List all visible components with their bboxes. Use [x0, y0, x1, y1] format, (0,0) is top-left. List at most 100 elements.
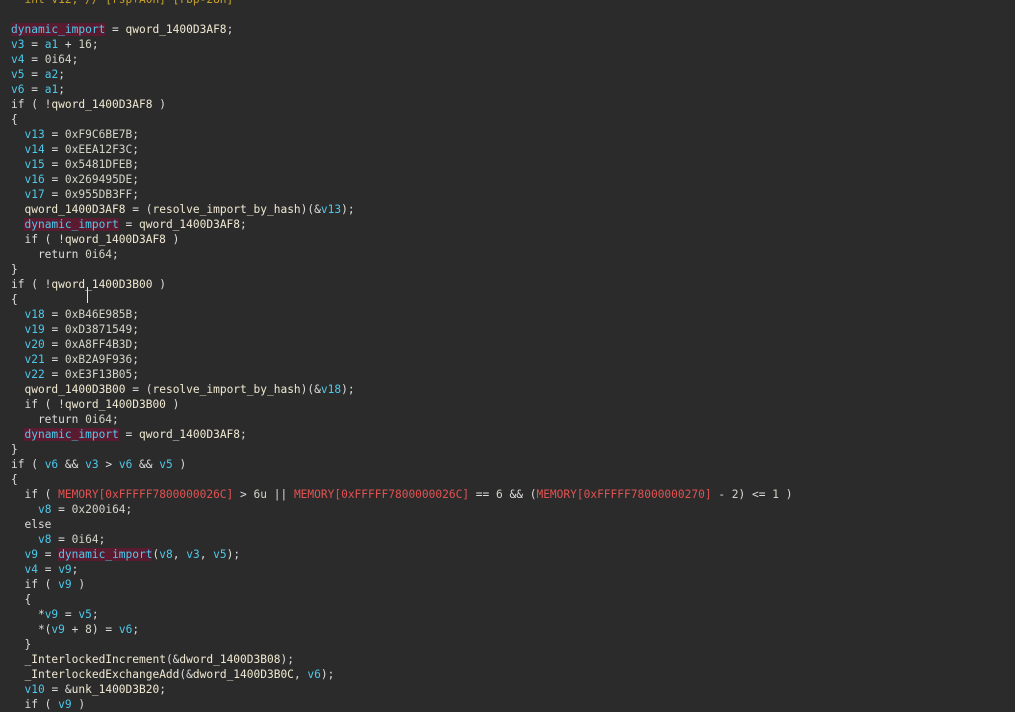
variable[interactable]: v16: [24, 173, 44, 186]
variable[interactable]: v6: [307, 668, 320, 681]
code-line[interactable]: return 0i64;: [0, 247, 1015, 262]
variable[interactable]: v5: [159, 458, 172, 471]
code-line[interactable]: [0, 7, 1015, 22]
code-line[interactable]: qword_1400D3AF8 = (resolve_import_by_has…: [0, 202, 1015, 217]
variable[interactable]: a1: [45, 38, 58, 51]
global-symbol[interactable]: dword_1400D3B0C: [193, 668, 294, 681]
code-line[interactable]: if ( !qword_1400D3B00 ): [0, 397, 1015, 412]
code-line[interactable]: if ( v9 ): [0, 697, 1015, 712]
highlighted-identifier[interactable]: dynamic_import: [11, 23, 106, 36]
global-symbol[interactable]: dword_1400D3B08: [179, 653, 280, 666]
global-symbol[interactable]: qword_1400D3AF8: [126, 23, 227, 36]
variable[interactable]: v3: [11, 38, 24, 51]
variable[interactable]: v13: [321, 203, 341, 216]
code-line[interactable]: v19 = 0xD3871549;: [0, 322, 1015, 337]
global-symbol[interactable]: qword_1400D3B00: [65, 398, 166, 411]
variable[interactable]: v20: [24, 338, 44, 351]
code-line[interactable]: v3 = a1 + 16;: [0, 37, 1015, 52]
code-line[interactable]: if ( !qword_1400D3AF8 ): [0, 97, 1015, 112]
variable[interactable]: v6: [119, 458, 132, 471]
code-line[interactable]: *v9 = v5;: [0, 607, 1015, 622]
code-line[interactable]: qword_1400D3B00 = (resolve_import_by_has…: [0, 382, 1015, 397]
variable[interactable]: v9: [24, 548, 37, 561]
code-line[interactable]: {: [0, 112, 1015, 127]
variable[interactable]: v9: [45, 608, 58, 621]
variable[interactable]: a2: [45, 68, 58, 81]
code-line[interactable]: if ( !qword_1400D3AF8 ): [0, 232, 1015, 247]
code-line[interactable]: v14 = 0xEEA12F3C;: [0, 142, 1015, 157]
code-line[interactable]: v6 = a1;: [0, 82, 1015, 97]
code-line[interactable]: _InterlockedIncrement(&dword_1400D3B08);: [0, 652, 1015, 667]
code-line[interactable]: v13 = 0xF9C6BE7B;: [0, 127, 1015, 142]
global-symbol[interactable]: qword_1400D3B00: [51, 278, 152, 291]
code-line[interactable]: int v12; // [rsp+A0h] [rbp-28h]: [0, 0, 1015, 7]
code-line[interactable]: v15 = 0x5481DFEB;: [0, 157, 1015, 172]
variable[interactable]: v5: [78, 608, 91, 621]
highlighted-identifier[interactable]: dynamic_import: [24, 218, 119, 231]
code-line[interactable]: if ( MEMORY[0xFFFFF7800000026C] > 6u || …: [0, 487, 1015, 502]
global-symbol[interactable]: _InterlockedIncrement: [24, 653, 165, 666]
variable[interactable]: v18: [321, 383, 341, 396]
global-symbol[interactable]: unk_1400D3B20: [72, 683, 160, 696]
global-symbol[interactable]: qword_1400D3AF8: [139, 218, 240, 231]
global-symbol[interactable]: resolve_import_by_hash: [152, 383, 300, 396]
highlighted-identifier[interactable]: dynamic_import: [24, 428, 119, 441]
memory-ref[interactable]: MEMORY[0xFFFFF7800000026C]: [294, 488, 469, 501]
code-line[interactable]: v17 = 0x955DB3FF;: [0, 187, 1015, 202]
code-line[interactable]: }: [0, 442, 1015, 457]
variable[interactable]: v4: [24, 563, 37, 576]
variable[interactable]: a1: [45, 83, 58, 96]
variable[interactable]: v17: [24, 188, 44, 201]
code-line[interactable]: if ( v9 ): [0, 577, 1015, 592]
global-symbol[interactable]: _InterlockedExchangeAdd: [24, 668, 179, 681]
variable[interactable]: v3: [85, 458, 98, 471]
code-line[interactable]: if ( v6 && v3 > v6 && v5 ): [0, 457, 1015, 472]
global-symbol[interactable]: resolve_import_by_hash: [152, 203, 300, 216]
code-line[interactable]: v4 = v9;: [0, 562, 1015, 577]
code-line[interactable]: }: [0, 637, 1015, 652]
variable[interactable]: v8: [38, 503, 51, 516]
code-line[interactable]: if ( !qword_1400D3B00 ): [0, 277, 1015, 292]
variable[interactable]: v8: [159, 548, 172, 561]
variable[interactable]: v3: [186, 548, 199, 561]
code-line[interactable]: v5 = a2;: [0, 67, 1015, 82]
code-line[interactable]: {: [0, 592, 1015, 607]
code-line[interactable]: {: [0, 292, 1015, 307]
variable[interactable]: v8: [38, 533, 51, 546]
global-symbol[interactable]: qword_1400D3AF8: [24, 203, 125, 216]
code-line[interactable]: v8 = 0x200i64;: [0, 502, 1015, 517]
code-line[interactable]: {: [0, 472, 1015, 487]
global-symbol[interactable]: qword_1400D3AF8: [65, 233, 166, 246]
variable[interactable]: v22: [24, 368, 44, 381]
highlighted-identifier[interactable]: dynamic_import: [58, 548, 153, 561]
global-symbol[interactable]: qword_1400D3B00: [24, 383, 125, 396]
code-line[interactable]: dynamic_import = qword_1400D3AF8;: [0, 217, 1015, 232]
variable[interactable]: v4: [11, 53, 24, 66]
global-symbol[interactable]: qword_1400D3AF8: [139, 428, 240, 441]
variable[interactable]: v10: [24, 683, 44, 696]
global-symbol[interactable]: qword_1400D3AF8: [51, 98, 152, 111]
code-line[interactable]: else: [0, 517, 1015, 532]
code-line[interactable]: dynamic_import = qword_1400D3AF8;: [0, 427, 1015, 442]
variable[interactable]: v19: [24, 323, 44, 336]
code-line[interactable]: v9 = dynamic_import(v8, v3, v5);: [0, 547, 1015, 562]
variable[interactable]: v6: [11, 83, 24, 96]
variable[interactable]: v13: [24, 128, 44, 141]
pseudocode-view[interactable]: int v12; // [rsp+A0h] [rbp-28h] dynamic_…: [0, 0, 1015, 712]
code-line[interactable]: v16 = 0x269495DE;: [0, 172, 1015, 187]
code-line[interactable]: return 0i64;: [0, 412, 1015, 427]
code-line[interactable]: v10 = &unk_1400D3B20;: [0, 682, 1015, 697]
code-line[interactable]: v20 = 0xA8FF4B3D;: [0, 337, 1015, 352]
code-line[interactable]: v18 = 0xB46E985B;: [0, 307, 1015, 322]
variable[interactable]: v9: [58, 578, 71, 591]
variable[interactable]: v6: [45, 458, 58, 471]
code-line[interactable]: v21 = 0xB2A9F936;: [0, 352, 1015, 367]
variable[interactable]: v6: [119, 623, 132, 636]
code-line[interactable]: v8 = 0i64;: [0, 532, 1015, 547]
code-line[interactable]: dynamic_import = qword_1400D3AF8;: [0, 22, 1015, 37]
variable[interactable]: v5: [213, 548, 226, 561]
variable[interactable]: v18: [24, 308, 44, 321]
memory-ref[interactable]: MEMORY[0xFFFFF7800000026C]: [58, 488, 233, 501]
code-line[interactable]: _InterlockedExchangeAdd(&dword_1400D3B0C…: [0, 667, 1015, 682]
variable[interactable]: v9: [51, 623, 64, 636]
